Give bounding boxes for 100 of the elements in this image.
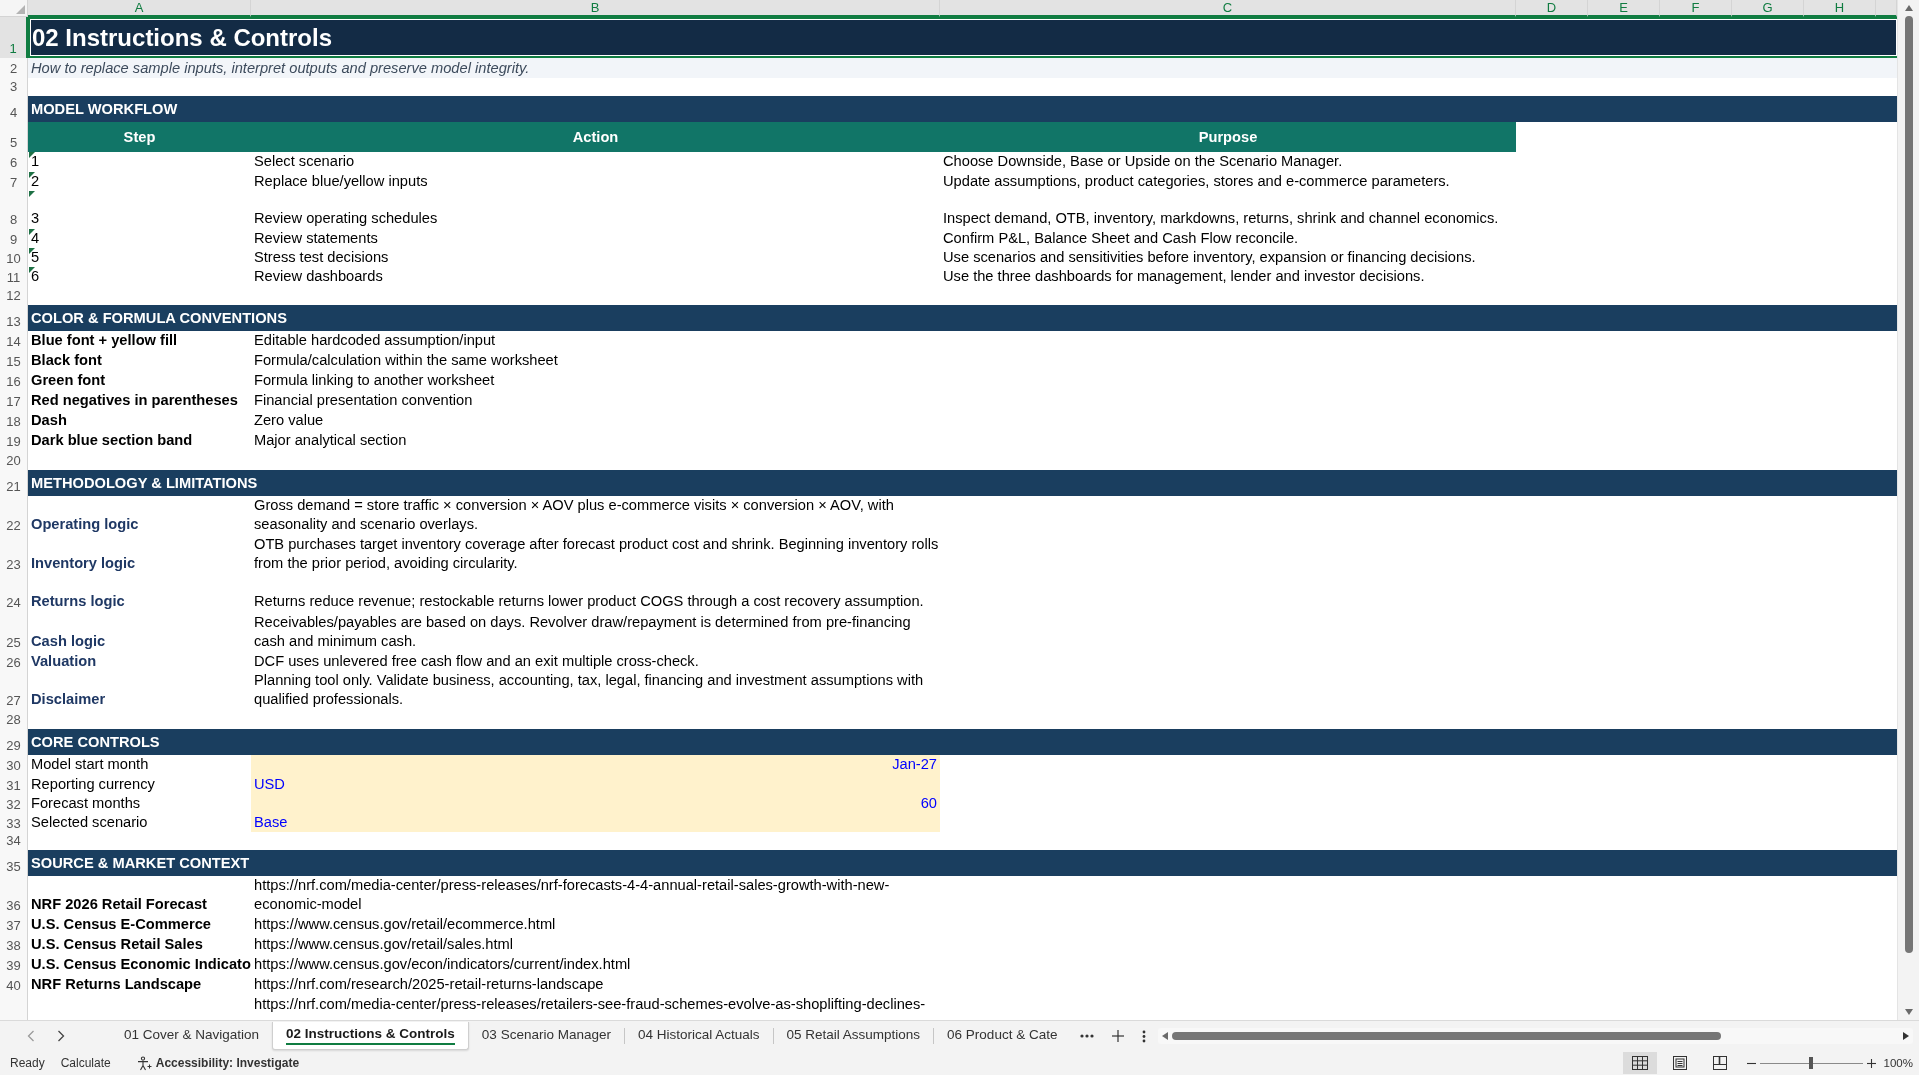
column-header[interactable] bbox=[1876, 0, 1897, 17]
row-header[interactable]: 8 bbox=[0, 191, 28, 229]
column-header[interactable]: C bbox=[940, 0, 1516, 17]
method-description: Receivables/payables are based on days. Revolver draw/repayment is determined from pre-financing cash and minimum cash. bbox=[254, 613, 912, 651]
horizontal-scrollbar[interactable] bbox=[1158, 1028, 1913, 1044]
row-header[interactable]: 16 bbox=[0, 371, 28, 391]
accessibility-button[interactable]: Accessibility: Investigate bbox=[136, 1055, 300, 1071]
input-field[interactable]: Base bbox=[251, 813, 940, 832]
view-button[interactable] bbox=[1622, 1052, 1657, 1074]
row-header[interactable]: 36 bbox=[0, 876, 28, 915]
left-arrow-icon[interactable] bbox=[1162, 1032, 1169, 1040]
row-header[interactable]: 3 bbox=[0, 78, 28, 96]
down-arrow-icon[interactable] bbox=[1904, 1009, 1913, 1015]
row-header[interactable]: 23 bbox=[0, 535, 28, 574]
row-header[interactable]: 28 bbox=[0, 710, 28, 729]
column-header[interactable]: A bbox=[28, 0, 251, 17]
row-header[interactable]: 13 bbox=[0, 305, 28, 331]
row-header[interactable]: 10 bbox=[0, 248, 28, 267]
step-purpose: Use scenarios and sensitivities before inventory, expansion or financing decisions. bbox=[943, 248, 1476, 267]
row-header[interactable]: 33 bbox=[0, 813, 28, 832]
section-heading: METHODOLOGY & LIMITATIONS bbox=[31, 475, 258, 491]
row-header[interactable]: 25 bbox=[0, 612, 28, 652]
source-label: NRF Returns Landscape bbox=[31, 975, 202, 994]
row-header[interactable]: 22 bbox=[0, 496, 28, 535]
sheet-tab[interactable]: 02 Instructions & Controls bbox=[272, 1022, 469, 1050]
step-action: Replace blue/yellow inputs bbox=[254, 172, 428, 191]
source-url: https://nrf.com/research/2025-retail-returns-landscape bbox=[254, 975, 604, 994]
ellipsis-icon[interactable] bbox=[1080, 1034, 1095, 1038]
row-header[interactable]: 39 bbox=[0, 955, 28, 975]
sheet-title: 02 Instructions & Controls bbox=[32, 23, 333, 52]
column-header[interactable]: H bbox=[1804, 0, 1876, 17]
vertical-scrollbar[interactable] bbox=[1897, 0, 1919, 1020]
convention-description: Editable hardcoded assumption/input bbox=[254, 331, 496, 350]
sheet-tab[interactable]: 04 Historical Actuals bbox=[624, 1022, 773, 1050]
row-header[interactable]: 2 bbox=[0, 58, 28, 78]
row-header[interactable]: 31 bbox=[0, 775, 28, 794]
input-field[interactable]: 60 bbox=[251, 794, 940, 813]
sheet-tab[interactable]: 06 Product & Cate bbox=[934, 1022, 1071, 1050]
row-header[interactable]: 20 bbox=[0, 451, 28, 470]
row-header[interactable]: 17 bbox=[0, 391, 28, 411]
input-field[interactable]: USD bbox=[251, 775, 940, 794]
row-header[interactable]: 29 bbox=[0, 729, 28, 755]
row-header[interactable]: 38 bbox=[0, 935, 28, 955]
method-label: Valuation bbox=[31, 652, 97, 671]
row-header[interactable]: 1 bbox=[0, 17, 28, 58]
chevron-right-icon[interactable] bbox=[57, 1030, 65, 1042]
sheet-tab[interactable]: 05 Retail Assumptions bbox=[773, 1022, 934, 1050]
sheet-tab[interactable]: 01 Cover & Navigation bbox=[111, 1022, 273, 1050]
calculate-button[interactable]: Calculate bbox=[60, 1056, 111, 1070]
step-action: Stress test decisions bbox=[254, 248, 389, 267]
convention-label: Green font bbox=[31, 371, 106, 390]
row-header[interactable]: 34 bbox=[0, 832, 28, 850]
column-header[interactable]: F bbox=[1660, 0, 1732, 17]
row-header[interactable]: 19 bbox=[0, 431, 28, 451]
row-header[interactable]: 4 bbox=[0, 96, 28, 122]
up-arrow-icon[interactable] bbox=[1904, 5, 1913, 11]
step-purpose: Update assumptions, product categories, stores and e-commerce parameters. bbox=[943, 172, 1450, 191]
source-label: NRF 2026 Retail Forecast bbox=[31, 895, 207, 914]
column-header[interactable]: B bbox=[251, 0, 940, 17]
row-header[interactable]: 26 bbox=[0, 652, 28, 671]
row-header[interactable]: 27 bbox=[0, 671, 28, 710]
row-header[interactable]: 40 bbox=[0, 975, 28, 995]
column-heading: Purpose bbox=[1198, 129, 1258, 145]
zoom-level[interactable]: 100% bbox=[1883, 1057, 1913, 1069]
slider-thumb[interactable] bbox=[1809, 1057, 1814, 1069]
plus-icon[interactable] bbox=[1866, 1058, 1876, 1068]
row-header[interactable]: 12 bbox=[0, 286, 28, 305]
right-arrow-icon[interactable] bbox=[1903, 1032, 1909, 1040]
plus-icon[interactable] bbox=[1112, 1030, 1125, 1042]
row-header[interactable]: 35 bbox=[0, 850, 28, 876]
method-description: OTB purchases target inventory coverage after forecast product cost and shrink. Beginning inventory rolls from the prior period, avoiding circularity. bbox=[254, 535, 940, 573]
step-purpose: Confirm P&L, Balance Sheet and Cash Flow reconcile. bbox=[943, 229, 1299, 248]
row-header[interactable]: 11 bbox=[0, 267, 28, 286]
column-header[interactable]: E bbox=[1588, 0, 1660, 17]
row-header[interactable]: 6 bbox=[0, 152, 28, 172]
sheet-tab[interactable]: 03 Scenario Manager bbox=[468, 1022, 624, 1050]
title-band[interactable]: 02 Instructions & Controls bbox=[28, 17, 1897, 58]
column-header[interactable]: G bbox=[1732, 0, 1804, 17]
row-header[interactable]: 37 bbox=[0, 915, 28, 935]
row-header[interactable]: 32 bbox=[0, 794, 28, 813]
page-break-icon bbox=[1712, 1056, 1727, 1070]
row-header[interactable]: 14 bbox=[0, 331, 28, 351]
row-header[interactable]: 9 bbox=[0, 229, 28, 248]
method-label: Cash logic bbox=[31, 632, 106, 651]
scrollbar-thumb[interactable] bbox=[1904, 16, 1913, 953]
vertical-dots-icon[interactable] bbox=[1142, 1029, 1147, 1043]
convention-label: Dash bbox=[31, 411, 67, 430]
row-header[interactable]: 7 bbox=[0, 172, 28, 191]
source-url: https://nrf.com/media-center/press-releases/retailers-see-fraud-schemes-evolve-as-shoplifting-declines- bbox=[254, 995, 926, 1014]
row-header[interactable]: 15 bbox=[0, 351, 28, 371]
column-header[interactable]: D bbox=[1516, 0, 1588, 17]
row-header[interactable]: 30 bbox=[0, 755, 28, 775]
row-header[interactable]: 24 bbox=[0, 574, 28, 612]
input-field[interactable]: Jan-27 bbox=[251, 755, 940, 775]
row-header[interactable]: 5 bbox=[0, 122, 28, 152]
row-header[interactable]: 18 bbox=[0, 411, 28, 431]
row-header[interactable]: 21 bbox=[0, 470, 28, 496]
source-url: https://www.census.gov/econ/indicators/current/index.html bbox=[254, 955, 631, 974]
convention-description: Formula/calculation within the same worksheet bbox=[254, 351, 558, 370]
scrollbar-thumb[interactable] bbox=[1172, 1032, 1722, 1040]
